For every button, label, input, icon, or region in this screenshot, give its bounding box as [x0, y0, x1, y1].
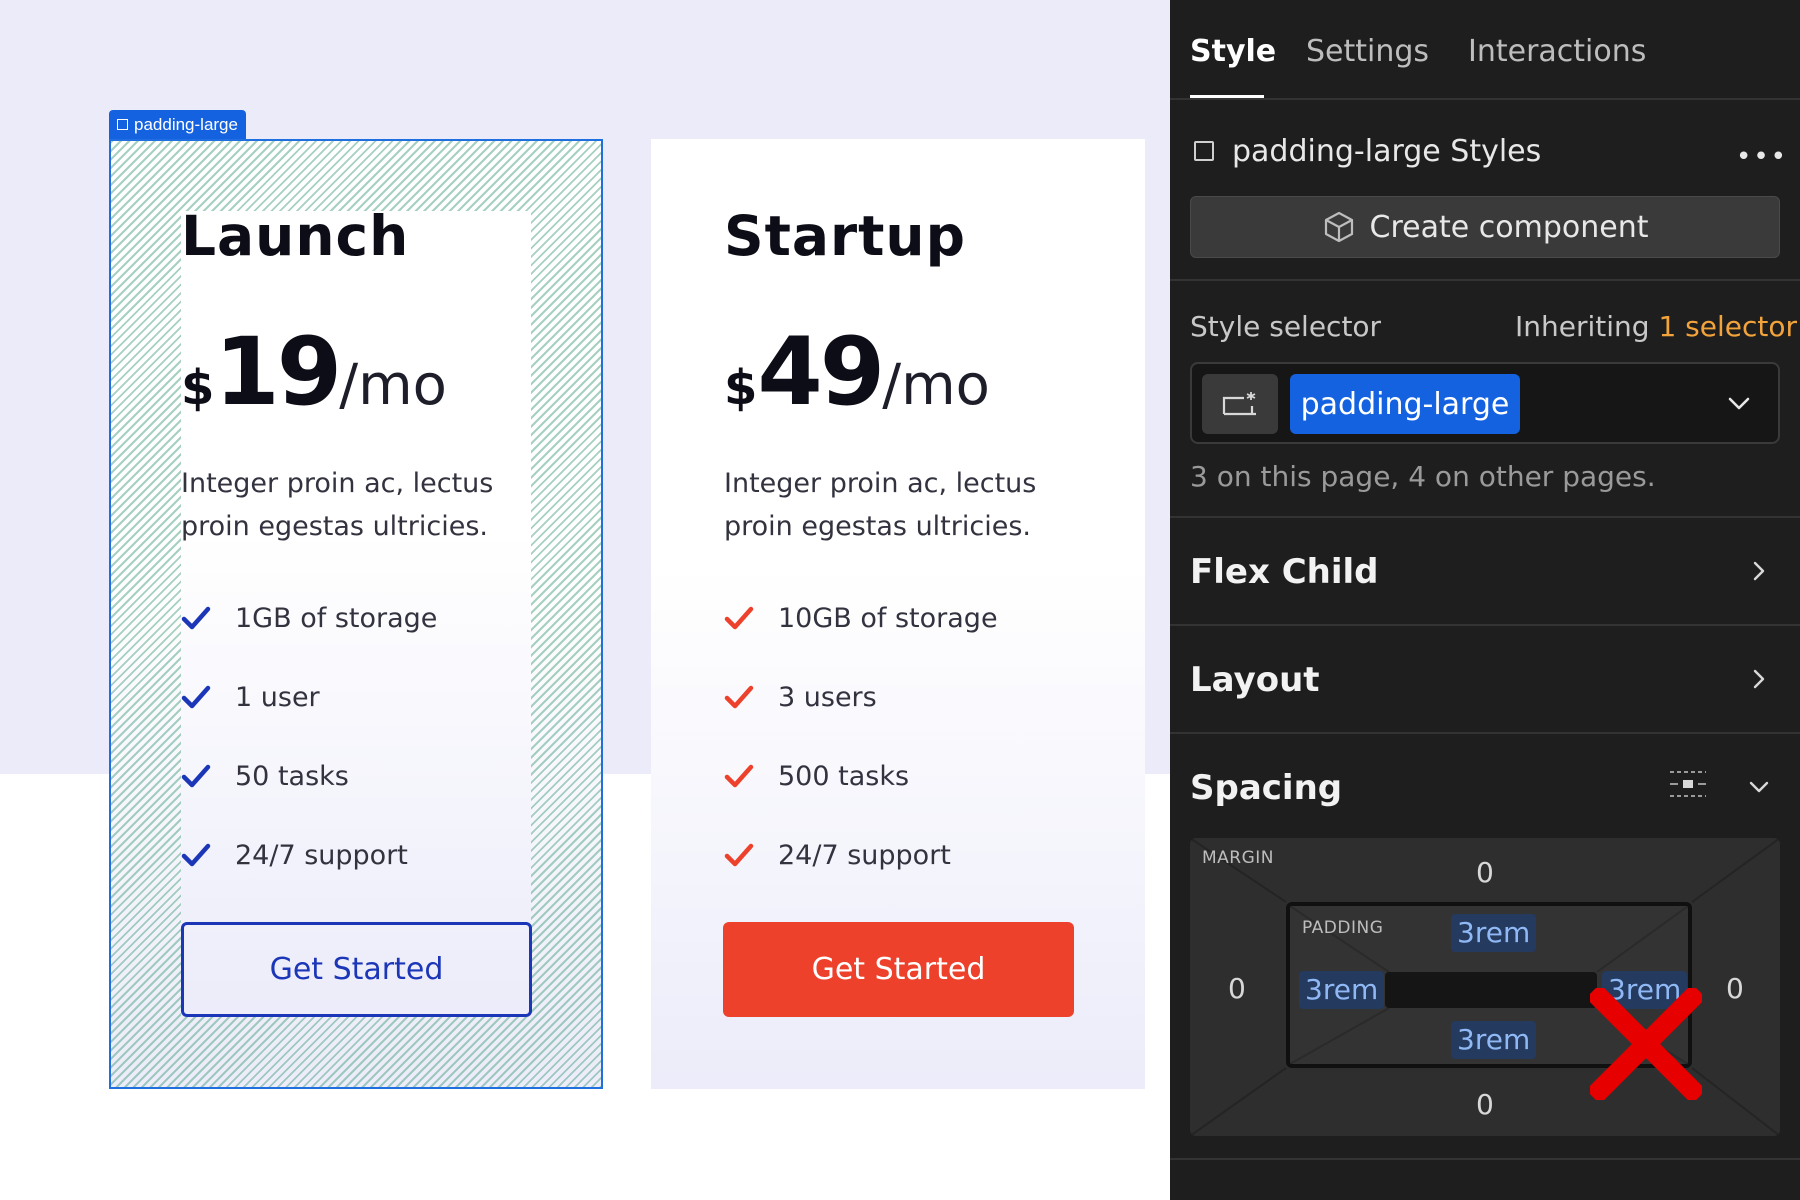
price-amount: 49 — [757, 318, 885, 427]
create-component-label: Create component — [1369, 209, 1649, 245]
feature-item: 10GB of storage — [724, 598, 998, 638]
selector-usage-text: 3 on this page, 4 on other pages. — [1190, 460, 1656, 493]
chevron-right-icon[interactable] — [1748, 560, 1770, 582]
check-icon — [181, 764, 211, 788]
style-panel: Style Settings Interactions padding-larg… — [1170, 0, 1800, 1200]
padding-label: PADDING — [1302, 918, 1384, 938]
chevron-down-icon[interactable] — [1726, 390, 1752, 416]
plan-description: Integer proin ac, lectus proin egestas u… — [181, 468, 494, 542]
check-icon — [724, 606, 754, 630]
check-icon — [724, 685, 754, 709]
margin-bottom-value[interactable]: 0 — [1476, 1088, 1494, 1121]
spacing-mode-icon[interactable] — [1668, 766, 1708, 802]
class-styles-title: padding-large Styles — [1232, 134, 1542, 169]
price-period: /mo — [339, 353, 447, 418]
divider — [1170, 732, 1800, 734]
feature-label: 24/7 support — [778, 839, 951, 871]
feature-label: 1GB of storage — [235, 602, 438, 634]
check-icon — [724, 843, 754, 867]
feature-item: 1GB of storage — [181, 598, 437, 638]
selected-element-label: padding-large — [134, 115, 238, 134]
feature-label: 1 user — [235, 681, 320, 713]
style-selector-label: Style selector — [1190, 310, 1382, 343]
tab-style[interactable]: Style — [1190, 34, 1276, 69]
feature-label: 500 tasks — [778, 760, 910, 792]
padding-top-value[interactable]: 3rem — [1451, 914, 1537, 952]
inheriting-info[interactable]: Inheriting 1 selector — [1515, 310, 1797, 343]
plan-name: Launch — [181, 204, 410, 268]
margin-top-value[interactable]: 0 — [1476, 856, 1494, 889]
feature-label: 50 tasks — [235, 760, 349, 792]
divider — [1170, 1158, 1800, 1160]
price-period: /mo — [882, 353, 990, 418]
plan-price: $ 19 /mo — [181, 318, 447, 427]
section-flex-child[interactable]: Flex Child — [1190, 552, 1379, 592]
section-layout[interactable]: Layout — [1190, 660, 1320, 700]
create-component-button[interactable]: Create component — [1190, 196, 1780, 258]
price-currency: $ — [724, 360, 758, 416]
check-icon — [181, 606, 211, 630]
divider — [1170, 516, 1800, 518]
feature-item: 50 tasks — [181, 756, 437, 796]
margin-label: MARGIN — [1202, 848, 1275, 868]
divider — [1170, 98, 1800, 100]
plan-name: Startup — [724, 204, 966, 268]
feature-label: 10GB of storage — [778, 602, 998, 634]
check-icon — [724, 764, 754, 788]
tab-settings[interactable]: Settings — [1306, 34, 1429, 69]
get-started-button-launch[interactable]: Get Started — [181, 922, 532, 1017]
feature-item: 3 users — [724, 677, 998, 717]
more-horizontal-icon[interactable]: ••• — [1736, 142, 1788, 172]
get-started-button-startup[interactable]: Get Started — [723, 922, 1074, 1017]
divider — [1170, 624, 1800, 626]
inheriting-count[interactable]: 1 selector — [1658, 310, 1797, 343]
feature-list: 1GB of storage 1 user 50 tasks 24/7 supp… — [181, 598, 437, 875]
feature-label: 24/7 support — [235, 839, 408, 871]
feature-item: 500 tasks — [724, 756, 998, 796]
designer-canvas[interactable]: Startup $ 49 /mo Integer proin ac, lectu… — [0, 0, 1170, 1200]
section-spacing[interactable]: Spacing — [1190, 768, 1342, 808]
class-square-icon — [1194, 141, 1214, 161]
padding-bottom-value[interactable]: 3rem — [1451, 1021, 1537, 1059]
spacing-box-model: MARGIN 0 0 0 0 PADDING 3rem 3rem 3rem 3r… — [1190, 838, 1780, 1136]
chevron-right-icon[interactable] — [1748, 668, 1770, 690]
element-state-icon — [1222, 392, 1256, 416]
price-amount: 19 — [214, 318, 342, 427]
check-icon — [181, 843, 211, 867]
feature-list: 10GB of storage 3 users 500 tasks 24/7 s… — [724, 598, 998, 875]
cube-icon — [1324, 211, 1353, 243]
divider — [1170, 279, 1800, 281]
class-square-icon — [117, 119, 128, 130]
margin-left-value[interactable]: 0 — [1228, 972, 1246, 1005]
margin-right-value[interactable]: 0 — [1726, 972, 1744, 1005]
content-box — [1385, 972, 1597, 1008]
feature-item: 1 user — [181, 677, 437, 717]
inheriting-prefix: Inheriting — [1515, 310, 1650, 343]
plan-description: Integer proin ac, lectus proin egestas u… — [724, 468, 1037, 542]
price-currency: $ — [181, 360, 215, 416]
tab-interactions[interactable]: Interactions — [1468, 34, 1646, 69]
feature-item: 24/7 support — [181, 835, 437, 875]
padding-left-value[interactable]: 3rem — [1299, 971, 1385, 1009]
feature-label: 3 users — [778, 681, 877, 713]
selected-element-tag: padding-large — [109, 110, 246, 139]
state-selector-button[interactable] — [1202, 374, 1278, 434]
plan-price: $ 49 /mo — [724, 318, 990, 427]
chevron-down-icon[interactable] — [1748, 776, 1770, 798]
check-icon — [181, 685, 211, 709]
selected-class-chip[interactable]: padding-large — [1290, 374, 1520, 434]
red-x-annotation-icon — [1590, 988, 1702, 1100]
feature-item: 24/7 support — [724, 835, 998, 875]
